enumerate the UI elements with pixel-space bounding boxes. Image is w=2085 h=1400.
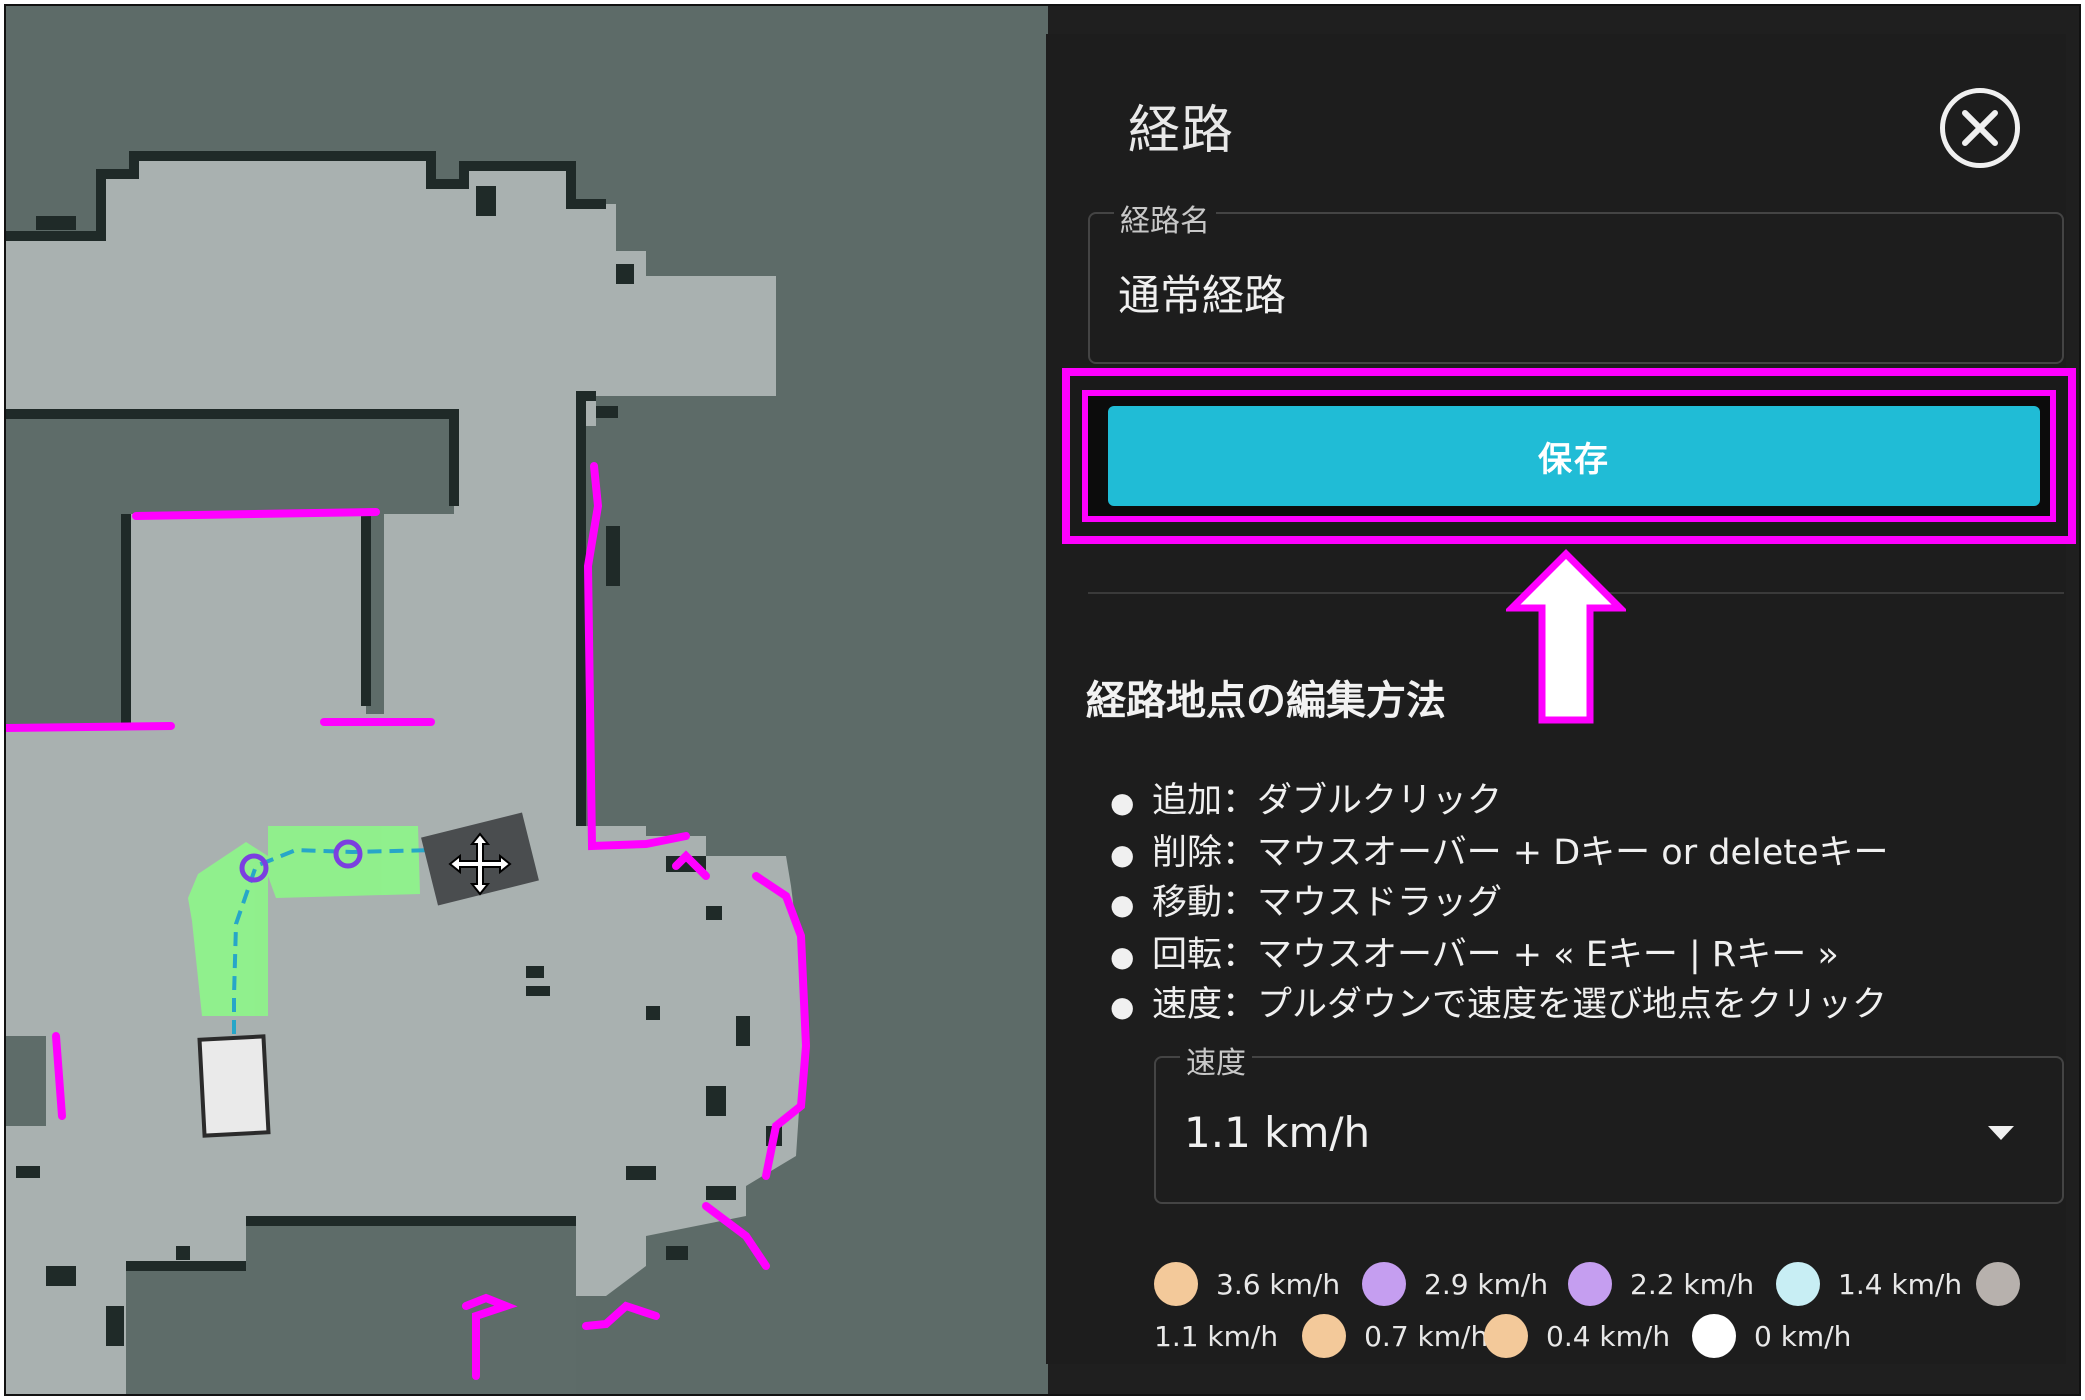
speed-legend-item: 3.6 km/h — [1154, 1262, 1340, 1306]
panel-title: 経路 — [1128, 101, 1235, 161]
save-button[interactable]: 保存 — [1108, 406, 2040, 506]
free-space — [6, 156, 806, 1394]
speed-dot-icon — [1776, 1262, 1820, 1306]
speed-legend-item: 1.4 km/h — [1776, 1262, 1962, 1306]
speed-legend-item: 0 km/h — [1692, 1314, 1851, 1358]
speed-legend-item: 0.4 km/h — [1484, 1314, 1670, 1358]
speed-dot-icon — [1362, 1262, 1406, 1306]
dropdown-arrow-icon[interactable] — [1986, 1124, 2016, 1142]
speed-legend-item: 2.9 km/h — [1362, 1262, 1548, 1306]
instruction-item: ● 回転：マウスオーバー + « Eキー | Rキー » — [1110, 935, 1839, 975]
instruction-item: ● 移動：マウスドラッグ — [1110, 883, 1503, 923]
speed-legend-item — [1976, 1262, 2020, 1306]
close-icon — [1962, 110, 1998, 146]
route-name-label: 経路名 — [1114, 196, 1216, 240]
route-name-input[interactable]: 通常経路 — [1118, 262, 1286, 323]
speed-dot-icon — [1976, 1262, 2020, 1306]
start-marker[interactable] — [197, 1034, 271, 1138]
speed-dot-icon — [1484, 1314, 1528, 1358]
map-canvas[interactable] — [6, 6, 1048, 1396]
instruction-item: ● 速度：プルダウンで速度を選び地点をクリック — [1110, 985, 1888, 1025]
instruction-item: ● 削除：マウスオーバー + Dキー or deleteキー — [1110, 833, 1889, 873]
speed-legend-item: 2.2 km/h — [1568, 1262, 1754, 1306]
speed-select-value[interactable]: 1.1 km/h — [1184, 1108, 1370, 1157]
speed-label: 速度 — [1180, 1038, 1252, 1082]
edit-section-title: 経路地点の編集方法 — [1086, 678, 1446, 724]
instruction-item: ● 追加：ダブルクリック — [1110, 781, 1503, 821]
close-button[interactable] — [1940, 88, 2020, 168]
speed-dot-icon — [1568, 1262, 1612, 1306]
speed-dot-icon — [1692, 1314, 1736, 1358]
speed-legend-item: 1.1 km/h 0.7 km/h — [1154, 1314, 1488, 1358]
up-arrow-icon — [1506, 549, 1626, 724]
occupancy-map[interactable] — [6, 6, 1048, 1396]
speed-dot-icon — [1302, 1314, 1347, 1358]
speed-dot-icon — [1154, 1262, 1198, 1306]
